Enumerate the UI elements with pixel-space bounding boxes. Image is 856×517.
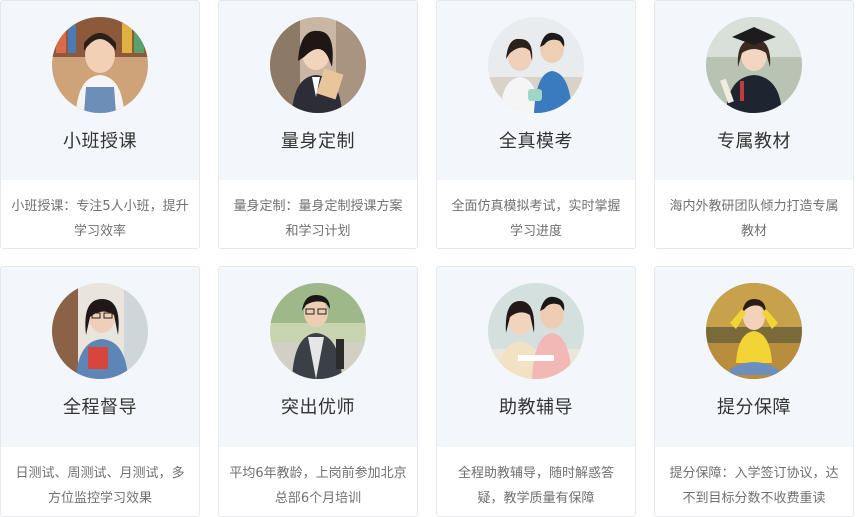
- card-title: 量身定制: [281, 131, 355, 152]
- card-title: 全真模考: [499, 131, 573, 152]
- card-description: 日测试、周测试、月测试，多方位监控学习效果: [15, 466, 185, 506]
- card-title: 全程督导: [63, 397, 137, 418]
- feature-card-teachers[interactable]: 突出优师 平均6年教龄，上岗前参加北京总部6个月培训: [218, 266, 418, 517]
- teacher-photo-campus: [270, 283, 366, 379]
- feature-card-score-guarantee[interactable]: 提分保障 提分保障：入学签订协议，达不到目标分数不收费重读: [654, 266, 854, 517]
- card-description: 平均6年教龄，上岗前参加北京总部6个月培训: [229, 466, 407, 506]
- feature-card-mock-exam[interactable]: 全真模考 全面仿真模拟考试，实时掌握学习进度: [436, 0, 636, 249]
- feature-card-small-class[interactable]: 小班授课 小班授课：专注5人小班，提升学习效率: [0, 0, 200, 249]
- feature-card-tutoring[interactable]: 助教辅导 全程助教辅导，随时解惑答疑，教学质量有保障: [436, 266, 636, 517]
- card-description: 小班授课：专注5人小班，提升学习效率: [11, 199, 189, 239]
- students-photo-cafe: [488, 17, 584, 113]
- student-photo-book: [270, 17, 366, 113]
- card-header: 突出优师: [219, 267, 417, 447]
- feature-card-exclusive-materials[interactable]: 专属教材 海内外教研团队倾力打造专属教材: [654, 0, 854, 249]
- card-description: 量身定制：量身定制授课方案和学习计划: [233, 199, 403, 239]
- student-photo-autumn: [706, 283, 802, 379]
- card-description: 提分保障：入学签订协议，达不到目标分数不收费重读: [669, 466, 839, 506]
- card-title: 小班授课: [63, 131, 137, 152]
- feature-card-custom-plan[interactable]: 量身定制 量身定制：量身定制授课方案和学习计划: [218, 0, 418, 249]
- feature-grid: 小班授课 小班授课：专注5人小班，提升学习效率 量身定制 量身定制：量身定制授课…: [0, 0, 856, 517]
- card-header: 小班授课: [1, 1, 199, 180]
- card-header: 全真模考: [437, 1, 635, 180]
- card-header: 助教辅导: [437, 267, 635, 447]
- card-description: 全程助教辅导，随时解惑答疑，教学质量有保障: [457, 466, 614, 506]
- card-title: 助教辅导: [499, 397, 573, 418]
- graduate-photo: [706, 17, 802, 113]
- card-description: 全面仿真模拟考试，实时掌握学习进度: [451, 199, 621, 239]
- card-header: 提分保障: [655, 267, 853, 447]
- feature-card-supervision[interactable]: 全程督导 日测试、周测试、月测试，多方位监控学习效果: [0, 266, 200, 517]
- card-header: 量身定制: [219, 1, 417, 180]
- student-photo-books-window: [52, 283, 148, 379]
- card-title: 突出优师: [281, 397, 355, 418]
- card-header: 全程督导: [1, 267, 199, 447]
- card-title: 提分保障: [717, 397, 791, 418]
- students-photo-study: [488, 283, 584, 379]
- card-header: 专属教材: [655, 1, 853, 180]
- card-title: 专属教材: [717, 131, 791, 152]
- card-description: 海内外教研团队倾力打造专属教材: [669, 199, 839, 239]
- student-photo-library: [52, 17, 148, 113]
